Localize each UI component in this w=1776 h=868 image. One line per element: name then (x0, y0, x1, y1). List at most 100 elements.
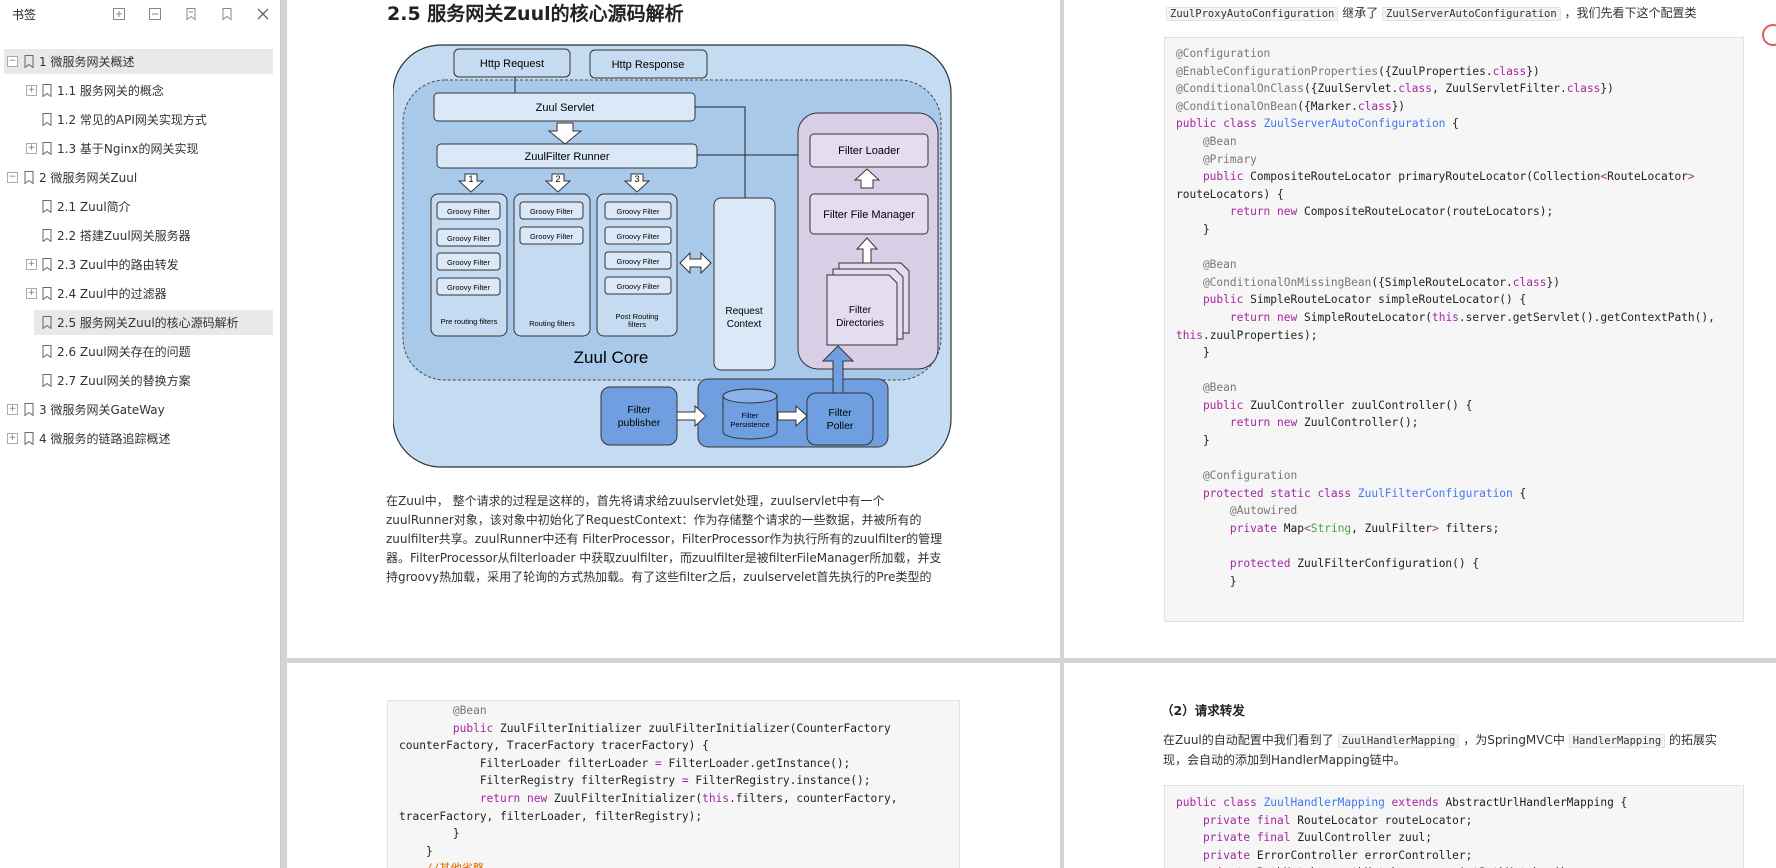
expand-toggle-icon[interactable]: + (26, 259, 37, 270)
filter-publisher-label: Filter (627, 404, 651, 416)
expand-toggle-icon[interactable]: + (26, 143, 37, 154)
code-token: ZuulFilterInitializer zuulFilterInitiali… (500, 721, 891, 735)
code-token: private final (1176, 813, 1298, 827)
groovy-filter-label: Groovy Filter (617, 282, 660, 291)
filter-directories-label: Filter (849, 305, 872, 316)
expand-toggle-icon[interactable]: + (7, 404, 18, 415)
request-context-label: Request (725, 306, 762, 317)
code-token: FilterLoader.getInstance(); (668, 756, 851, 770)
code-token: @Bean (1176, 381, 1237, 395)
bookmark-sidebar: 书签 − 1 微服务网关概述 +1.1 服务网关的概念 1.2 常见的API网关实现方… (0, 0, 281, 868)
paragraph-line: 在Zuul中， 整个请求的过程是这样的，首先将请求给zuulservlet处理，… (386, 494, 885, 508)
toc-item-label: 2.1 Zuul简介 (57, 200, 131, 214)
code-line: FilterRegistry filterRegistry = FilterRe… (399, 772, 948, 790)
close-icon[interactable] (252, 3, 274, 25)
bookmark-icon (24, 55, 34, 68)
code-line: return new ZuulFilterInitializer(this.fi… (399, 790, 948, 808)
code-line: @Primary (1176, 151, 1732, 169)
code-token: FilterRegistry.instance(); (695, 774, 871, 788)
code-line: } (1176, 344, 1732, 362)
code-token: AbstractUrlHandlerMapping { (1445, 796, 1628, 809)
toc-item-label: 3 微服务网关GateWay (39, 403, 165, 417)
code-token: } (1176, 574, 1237, 588)
expand-toggle-icon[interactable]: + (7, 433, 18, 444)
expand-toggle-icon[interactable]: + (26, 85, 37, 96)
toc-item-label: 1.3 基于Nginx的网关实现 (57, 142, 199, 156)
code-line: protected ZuulFilterConfiguration() { (1176, 555, 1732, 573)
add-bookmark-icon[interactable] (180, 3, 202, 25)
toc-item[interactable]: +1.3 基于Nginx的网关实现 (26, 136, 273, 161)
toc-item[interactable]: 2.2 搭建Zuul网关服务器 (34, 223, 273, 248)
toc-item-label: 2.3 Zuul中的路由转发 (57, 258, 179, 272)
bookmark-icon (42, 200, 52, 213)
sidebar-header: 书签 (0, 0, 280, 28)
pdf-page-1: 2.5 服务网关Zuul的核心源码解析 Http Request Http Re… (287, 0, 1060, 658)
expand-all-icon[interactable] (108, 3, 130, 25)
code-token: routeLocators) { (1176, 187, 1284, 201)
paragraph-line: 持groovy热加载，采用了轮询的方式热加载。有了这些filter之后，zuul… (386, 570, 932, 584)
code-token: }) (1546, 275, 1560, 289)
code-token: ZuulController(); (1303, 416, 1419, 430)
code-token: class (1357, 99, 1392, 113)
toc-item[interactable]: +2.4 Zuul中的过滤器 (26, 281, 273, 306)
code-line: routeLocators) { (1176, 186, 1732, 204)
code-line: this.zuulProperties); (1176, 327, 1732, 345)
page2-intro: ZuulProxyAutoConfiguration 继承了 ZuulServe… (1166, 4, 1697, 24)
collapse-toggle-icon[interactable]: − (7, 56, 18, 67)
pdf-page-2: ZuulProxyAutoConfiguration 继承了 ZuulServe… (1064, 0, 1776, 658)
toc-item[interactable]: − 1 微服务网关概述 (4, 49, 273, 74)
code-token: @EnableConfigurationProperties (1176, 64, 1379, 78)
code-token: } (1176, 346, 1210, 360)
collapse-all-icon[interactable] (144, 3, 166, 25)
toc-item[interactable]: 2.1 Zuul简介 (34, 194, 273, 219)
step-3-label: 3 (634, 174, 639, 184)
bookmark-tree: − 1 微服务网关概述 +1.1 服务网关的概念 1.2 常见的API网关实现方式 +1… (0, 49, 280, 451)
filter-publisher-label-2: publisher (618, 417, 661, 429)
code-line: @Bean (1176, 379, 1732, 397)
toc-item[interactable]: 1.2 常见的API网关实现方式 (34, 107, 273, 132)
toc-item-label: 2.5 服务网关Zuul的核心源码解析 (57, 316, 239, 330)
code-token: = (681, 774, 696, 788)
code-token: ZuulHandlerMapping (1263, 796, 1392, 809)
bookmark-icon (42, 84, 52, 97)
code-line: } (399, 843, 948, 861)
toc-item[interactable]: − 2 微服务网关Zuul (4, 165, 273, 190)
code-token: RouteLocator routeLocator; (1297, 813, 1473, 827)
bookmark-icon (24, 403, 34, 416)
toc-item[interactable]: 2.6 Zuul网关存在的问题 (34, 339, 273, 364)
code-token: @ConditionalOnClass (1176, 82, 1304, 96)
code-token: class (1398, 82, 1432, 96)
filter-poller-label: Filter (828, 407, 852, 419)
routing-filters-label: Routing filters (529, 319, 575, 328)
bookmark-icon[interactable] (216, 3, 238, 25)
code-line: public class ZuulHandlerMapping extends … (1176, 794, 1732, 812)
collapse-toggle-icon[interactable]: − (7, 172, 18, 183)
code-token: RouteLocator (1607, 170, 1688, 184)
code-token: return new (1176, 205, 1304, 219)
code-token: public (1176, 398, 1251, 412)
filter-directories-label-2: Directories (836, 318, 884, 329)
paragraph-line: zuulfilter共享。zuulRunner中还有 FilterProcess… (386, 532, 943, 546)
bookmark-icon (42, 229, 52, 242)
code-line: @Configuration (1176, 45, 1732, 63)
code-token: }) (1600, 82, 1614, 96)
groovy-filter-label: Groovy Filter (617, 257, 660, 266)
toc-item[interactable]: +2.3 Zuul中的路由转发 (26, 252, 273, 277)
annotation-marker[interactable] (1762, 24, 1776, 46)
bookmark-icon (24, 171, 34, 184)
p4-text-3: 的拓展实 (1665, 733, 1718, 747)
code-token: this (702, 791, 730, 805)
code-line: counterFactory, TracerFactory tracerFact… (399, 737, 948, 755)
bookmark-icon (42, 258, 52, 271)
toc-item[interactable]: +1.1 服务网关的概念 (26, 78, 273, 103)
toc-item[interactable]: +3 微服务网关GateWay (4, 397, 273, 422)
code-token: , ZuulServletFilter. (1431, 82, 1567, 96)
toc-item[interactable]: 2.7 Zuul网关的替换方案 (34, 368, 273, 393)
toc-item[interactable]: +4 微服务的链路追踪概述 (4, 426, 273, 451)
code-line: return new CompositeRouteLocator(routeLo… (1176, 203, 1732, 221)
bookmark-icon (42, 345, 52, 358)
toc-item[interactable]: 2.5 服务网关Zuul的核心源码解析 (34, 310, 273, 335)
expand-toggle-icon[interactable]: + (26, 288, 37, 299)
